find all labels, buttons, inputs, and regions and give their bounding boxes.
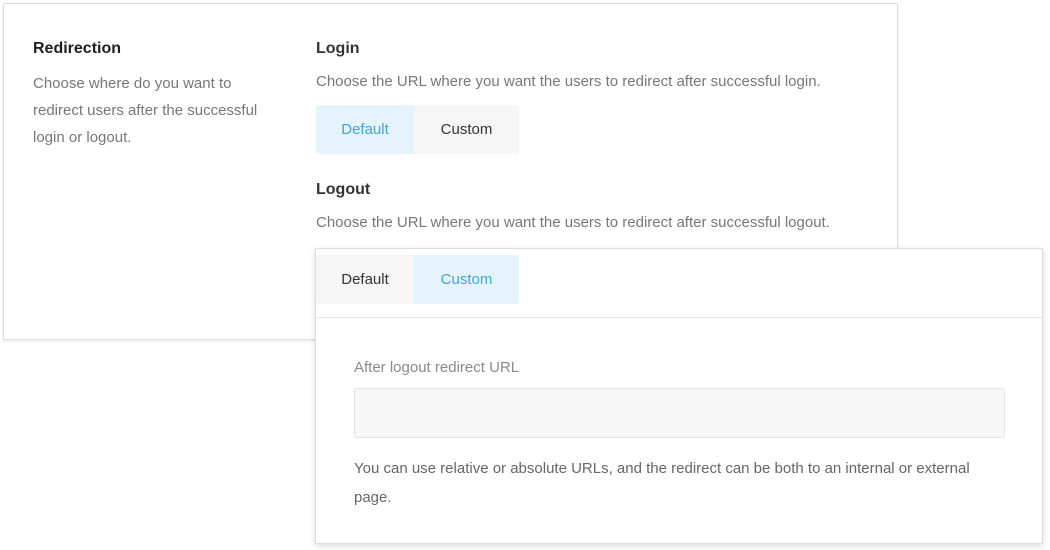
logout-default-button[interactable]: Default [316, 255, 414, 304]
logout-group: Logout Choose the URL where you want the… [316, 179, 886, 233]
logout-toggle-row: Default Custom [316, 249, 1042, 318]
logout-url-label: After logout redirect URL [354, 359, 520, 376]
logout-custom-body: After logout redirect URL You can use re… [316, 318, 1042, 512]
login-group: Login Choose the URL where you want the … [316, 38, 886, 154]
redirection-options: Login Choose the URL where you want the … [316, 38, 886, 233]
stage: Redirection Choose where do you want to … [0, 0, 1050, 550]
logout-description: Choose the URL where you want the users … [316, 214, 830, 231]
login-custom-button[interactable]: Custom [414, 105, 519, 154]
redirection-intro: Redirection Choose where do you want to … [33, 38, 283, 151]
redirection-description: Choose where do you want to redirect use… [33, 75, 258, 146]
login-default-button[interactable]: Default [316, 105, 414, 154]
redirection-title: Redirection [33, 40, 122, 57]
login-title: Login [316, 40, 360, 57]
login-redirect-toggle: Default Custom [316, 105, 519, 154]
logout-url-input[interactable] [354, 388, 1005, 438]
login-description: Choose the URL where you want the users … [316, 73, 821, 90]
logout-title: Logout [316, 181, 371, 198]
logout-url-help: You can use relative or absolute URLs, a… [354, 460, 970, 506]
logout-custom-panel: Default Custom After logout redirect URL… [315, 248, 1043, 544]
logout-redirect-toggle: Default Custom [316, 255, 519, 304]
logout-custom-button[interactable]: Custom [414, 255, 519, 304]
